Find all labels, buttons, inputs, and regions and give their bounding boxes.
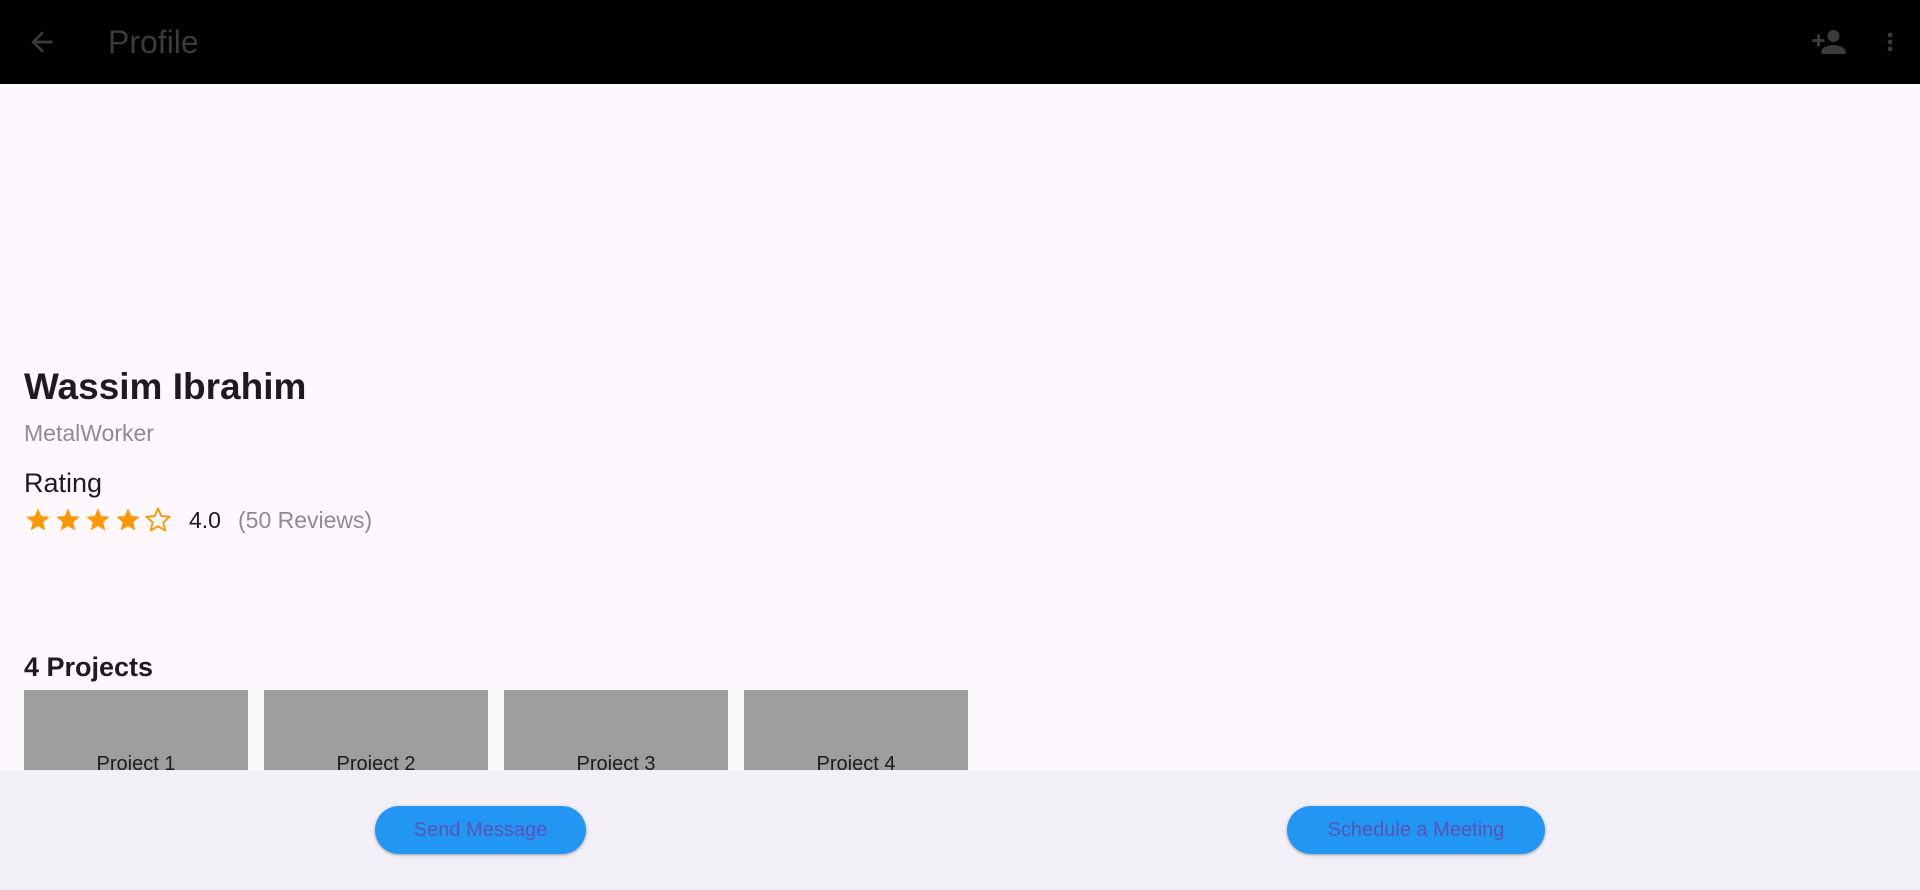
arrow-back-icon[interactable]: [26, 26, 58, 58]
star-filled-icon: [86, 508, 110, 531]
profile-content: Wassim Ibrahim MetalWorker Rating 4.0 (5…: [0, 84, 1920, 839]
review-count: (50 Reviews): [238, 507, 373, 533]
bottom-action-bar: Send Message Schedule a Meeting: [0, 770, 1920, 890]
rating-value: 4.0: [189, 507, 221, 533]
profile-profession: MetalWorker: [24, 420, 154, 446]
more-vert-icon[interactable]: [1876, 24, 1904, 60]
app-bar: Profile: [0, 0, 1920, 84]
star-filled-icon: [56, 508, 80, 531]
star-filled-icon: [116, 508, 140, 531]
star-outline-icon: [145, 507, 171, 532]
send-message-button[interactable]: Send Message: [375, 806, 586, 854]
rating-stars: [24, 504, 172, 536]
profile-name: Wassim Ibrahim: [24, 366, 307, 407]
schedule-meeting-button[interactable]: Schedule a Meeting: [1287, 806, 1545, 854]
page-title: Profile: [108, 24, 199, 60]
star-filled-icon: [26, 508, 50, 531]
rating-heading: Rating: [24, 468, 103, 498]
projects-heading: 4 Projects: [24, 652, 154, 682]
person-add-icon[interactable]: [1810, 24, 1848, 60]
